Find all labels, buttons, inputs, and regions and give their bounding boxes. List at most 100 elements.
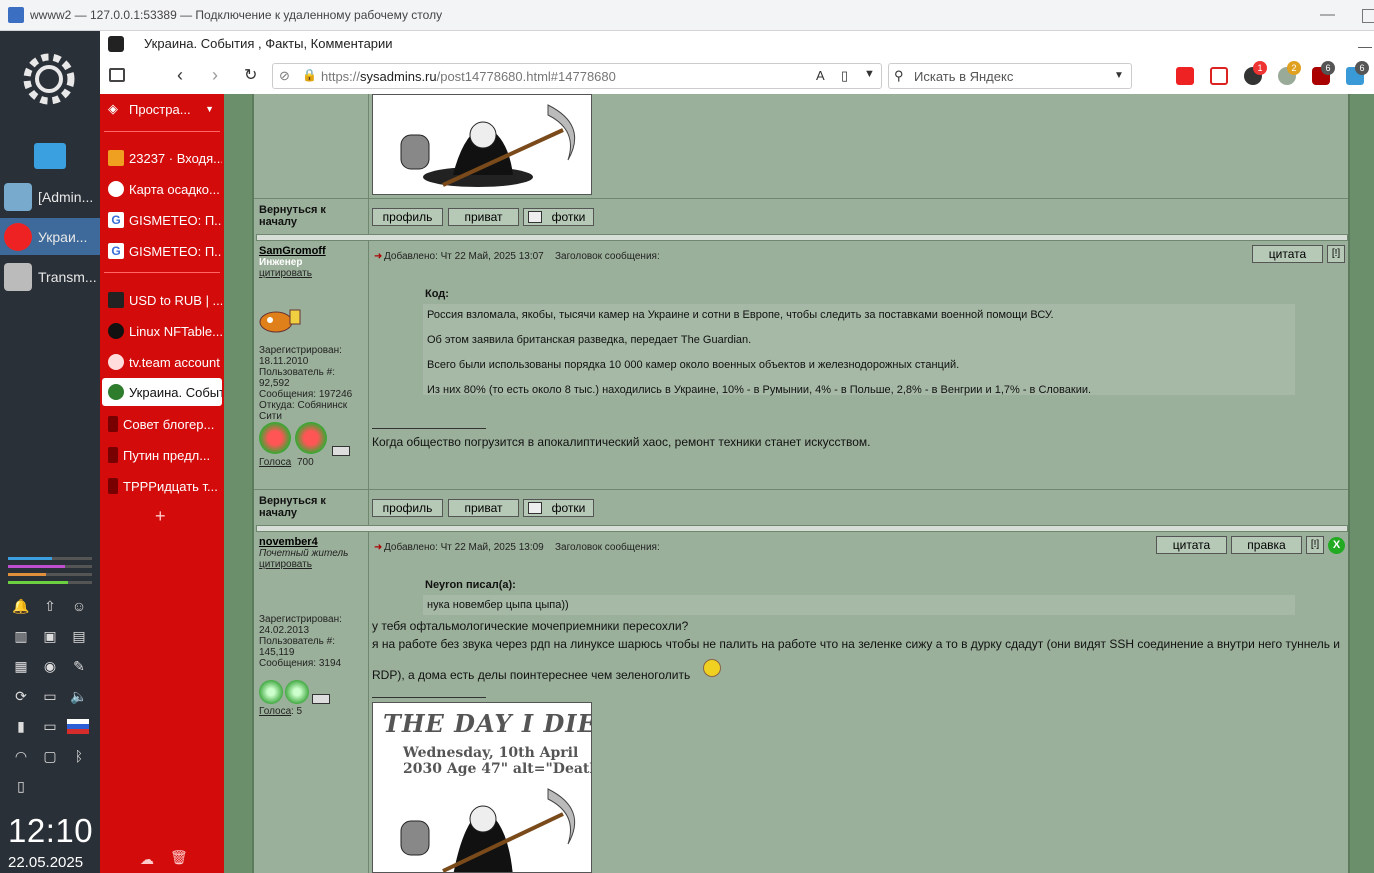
tab-label: ТРРРидцать т... xyxy=(123,478,218,494)
extension-pen-icon[interactable] xyxy=(1176,67,1194,85)
reload-icon[interactable]: ↻ xyxy=(244,65,257,85)
sidebar-tab[interactable]: ТРРРидцать т... xyxy=(102,472,222,500)
photo-icon xyxy=(528,211,542,223)
investing-icon xyxy=(108,292,124,308)
post-date: Добавлено: Чт 22 Май, 2025 13:09 xyxy=(384,542,544,553)
wifi-icon[interactable]: ◠ xyxy=(11,746,31,766)
votes-link[interactable]: Голоса xyxy=(259,457,291,468)
tab-label: GISMETEO: П... xyxy=(129,212,222,228)
extension-dislike-icon[interactable] xyxy=(1210,67,1228,85)
trash-icon[interactable]: 🗑 xyxy=(170,849,188,866)
bluetooth-icon[interactable]: ᛒ xyxy=(69,746,89,766)
vivaldi-icon xyxy=(4,222,32,251)
reputation-badge-icon xyxy=(259,680,283,704)
display-icon[interactable]: ▭ xyxy=(40,686,60,706)
folder-icon[interactable] xyxy=(34,143,66,169)
profile-button[interactable]: профиль xyxy=(372,208,443,226)
stop-icon[interactable]: ◉ xyxy=(40,656,60,676)
quote-button[interactable]: цитата xyxy=(1252,245,1323,263)
private-message-button[interactable]: приват xyxy=(448,499,519,517)
quote-user-link[interactable]: цитировать xyxy=(259,559,312,570)
sidebar-tab-active[interactable]: Украина. Событ xyxy=(102,378,222,406)
quote-user-link[interactable]: цитировать xyxy=(259,268,312,279)
cpu-meter xyxy=(8,557,92,560)
profile-button[interactable]: профиль xyxy=(372,499,443,517)
user-location: Откуда: Собянинск Сити xyxy=(259,400,348,422)
tracker-block-icon[interactable]: ⊘ xyxy=(279,68,290,84)
notes-icon[interactable]: ▢ xyxy=(40,746,60,766)
post-separator xyxy=(256,525,1348,532)
task-transmission[interactable]: Transm... xyxy=(0,258,100,295)
search-placeholder[interactable]: Искать в Яндекс xyxy=(914,69,1013,84)
keyboard-layout-icon[interactable] xyxy=(67,719,89,734)
workspace-selector[interactable]: ◈ Простра... ▼ xyxy=(102,95,222,123)
private-message-button[interactable]: приват xyxy=(448,208,519,226)
mute-icon[interactable]: 🔈 xyxy=(69,686,89,706)
battery-icon[interactable]: ▯ xyxy=(11,776,31,796)
vivaldi-menu-icon[interactable] xyxy=(108,36,124,52)
usb-icon[interactable]: ▮ xyxy=(11,716,31,736)
task-admin[interactable]: [Admin... xyxy=(0,178,100,215)
monitor-icon[interactable]: ▭ xyxy=(40,716,60,736)
new-tab-button[interactable]: + xyxy=(155,506,166,527)
tab-label: Совет блогер... xyxy=(123,416,215,432)
reputation-star-icon xyxy=(295,422,327,454)
back-icon[interactable]: ‹ xyxy=(177,65,183,86)
kde-menu-icon[interactable] xyxy=(20,50,78,108)
forward-icon[interactable]: › xyxy=(212,65,218,86)
sidebar-tab[interactable]: Карта осадко... xyxy=(102,175,222,203)
date[interactable]: 22.05.2025 xyxy=(8,854,83,871)
chevron-down-icon[interactable]: ▼ xyxy=(864,68,875,80)
bookmark-icon[interactable]: ▯ xyxy=(841,68,848,84)
sidebar-tab[interactable]: 23237 · Входя... xyxy=(102,144,222,172)
swap-meter xyxy=(8,573,92,576)
post-username[interactable]: SamGromoff xyxy=(259,245,326,257)
votes-link[interactable]: Голоса xyxy=(259,706,291,717)
back-to-top-link[interactable]: Вернуться к началу xyxy=(259,495,359,519)
tab-label: tv.team account xyxy=(129,354,220,370)
mic-off-icon[interactable]: ✎ xyxy=(69,656,89,676)
sync-icon[interactable]: ⟳ xyxy=(11,686,31,706)
printer-icon[interactable]: ▣ xyxy=(40,626,60,646)
sidebar-tab[interactable]: tv.team account xyxy=(102,348,222,376)
photos-button[interactable]: фотки xyxy=(523,208,594,226)
lock-icon[interactable]: 🔒 xyxy=(302,68,317,82)
sidebar-tab[interactable]: Совет блогер... xyxy=(102,410,222,438)
task-browser[interactable]: Украи... xyxy=(0,218,100,255)
translate-icon[interactable]: A xyxy=(816,68,825,83)
code-line: Россия взломала, якобы, тысячи камер на … xyxy=(427,309,1054,321)
sidebar-tab[interactable]: Linux NFTable... xyxy=(102,317,222,345)
post-username[interactable]: november4 xyxy=(259,536,318,548)
cloud-icon[interactable]: ☁ xyxy=(140,851,154,868)
url-text[interactable]: https://sysadmins.ru/post14778680.html#1… xyxy=(321,69,616,84)
maximize-icon[interactable] xyxy=(1362,9,1374,23)
sidebar-tab[interactable]: G GISMETEO: П... xyxy=(102,206,222,234)
photos-button[interactable]: фотки xyxy=(523,499,594,517)
sidebar-tab[interactable]: Путин предл... xyxy=(102,441,222,469)
sidebar-tab[interactable]: G GISMETEO: П... xyxy=(102,237,222,265)
quote-button[interactable]: цитата xyxy=(1156,536,1227,554)
report-button[interactable]: [!] xyxy=(1327,245,1345,263)
panel-toggle-icon[interactable] xyxy=(109,68,125,82)
user-signature: Когда общество погрузится в апокалиптиче… xyxy=(372,435,871,449)
search-engine-dropdown-icon[interactable]: ▼ xyxy=(1114,70,1124,81)
back-to-top-link[interactable]: Вернуться к началу xyxy=(259,204,359,228)
sidebar-tab[interactable]: USD to RUB | ... xyxy=(102,286,222,314)
update-icon[interactable]: ⇧ xyxy=(40,596,60,616)
edit-button[interactable]: правка xyxy=(1231,536,1302,554)
avatar-icon[interactable]: ☺ xyxy=(69,596,89,616)
google-icon: G xyxy=(108,243,124,259)
equalizer-icon[interactable]: ▥ xyxy=(11,626,31,646)
extension-badge: 6 xyxy=(1321,61,1335,75)
clipboard-icon[interactable]: ▤ xyxy=(69,626,89,646)
vote-plus-minus-button[interactable] xyxy=(312,694,330,704)
vault-icon[interactable]: ▦ xyxy=(11,656,31,676)
vote-plus-minus-button[interactable] xyxy=(332,446,350,456)
clock[interactable]: 12:10 xyxy=(8,812,93,850)
bell-icon[interactable]: 🔔 xyxy=(11,596,31,616)
minimize-icon[interactable]: — xyxy=(1320,6,1335,23)
delete-post-icon[interactable]: X xyxy=(1328,537,1345,554)
minimize-browser-icon[interactable]: — xyxy=(1358,38,1372,54)
tab-label: USD to RUB | ... xyxy=(129,292,222,308)
report-button[interactable]: [!] xyxy=(1306,536,1324,554)
